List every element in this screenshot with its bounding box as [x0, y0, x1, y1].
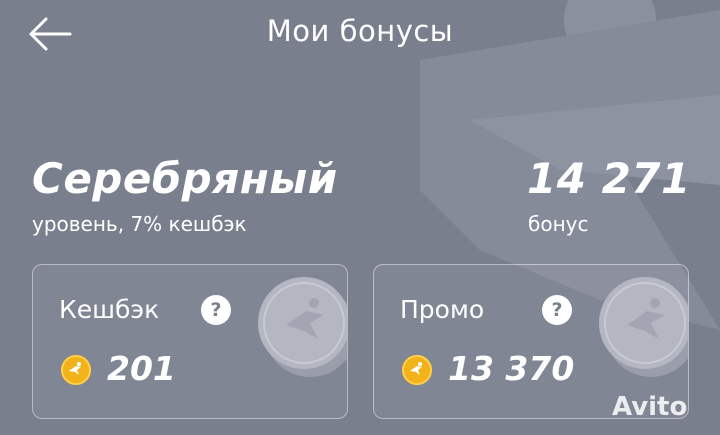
- coin-icon: [61, 355, 91, 385]
- bonus-label: бонус: [528, 212, 589, 236]
- level-name: Серебряный: [32, 154, 338, 203]
- coin-icon: [402, 355, 432, 385]
- promo-help-icon[interactable]: ?: [542, 295, 572, 325]
- promo-value: 13 370: [448, 349, 575, 388]
- bonus-total: 14 271: [527, 154, 691, 203]
- cashback-value: 201: [107, 349, 176, 388]
- cashback-card[interactable]: Кешбэк ? 201: [32, 264, 348, 419]
- coin-decoration-icon: [258, 277, 347, 377]
- avito-watermark: Avito: [612, 392, 688, 422]
- page-title: Мои бонусы: [266, 14, 454, 48]
- header: Мои бонусы: [0, 0, 720, 66]
- cashback-title: Кешбэк: [59, 295, 160, 324]
- promo-title: Промо: [400, 295, 485, 324]
- coin-decoration-icon: [599, 277, 688, 377]
- cashback-help-icon[interactable]: ?: [201, 295, 231, 325]
- level-subtitle: уровень, 7% кешбэк: [32, 212, 247, 236]
